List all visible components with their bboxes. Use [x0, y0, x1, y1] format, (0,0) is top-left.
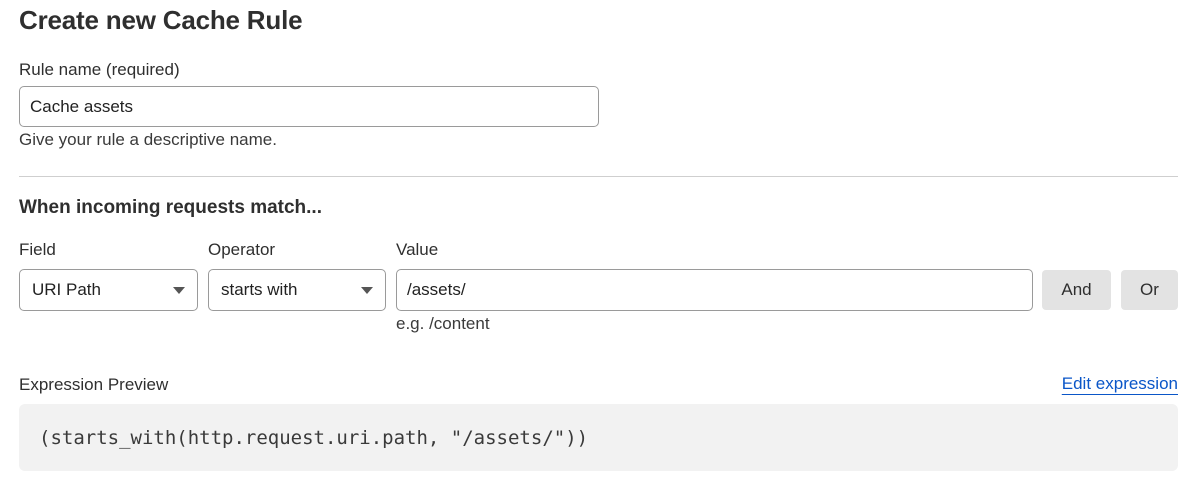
value-label: Value: [396, 240, 439, 259]
rule-name-help: Give your rule a descriptive name.: [19, 130, 277, 149]
expression-preview-box: (starts_with(http.request.uri.path, "/as…: [19, 404, 1178, 471]
field-select-value: URI Path: [32, 280, 101, 299]
value-hint: e.g. /content: [396, 314, 490, 333]
page-title: Create new Cache Rule: [19, 5, 303, 35]
expression-code: (starts_with(http.request.uri.path, "/as…: [39, 426, 589, 449]
expression-preview-label: Expression Preview: [19, 375, 169, 394]
create-cache-rule-page: Create new Cache Rule Rule name (require…: [0, 0, 1200, 494]
rule-name-label: Rule name (required): [19, 60, 180, 79]
field-label: Field: [19, 240, 56, 259]
edit-expression-link[interactable]: Edit expression: [1062, 374, 1178, 394]
chevron-down-icon: [361, 286, 373, 294]
match-section-title: When incoming requests match...: [19, 197, 322, 218]
or-button[interactable]: Or: [1121, 270, 1178, 310]
operator-select-value: starts with: [221, 280, 298, 299]
operator-select[interactable]: starts with: [208, 269, 386, 311]
chevron-down-icon: [173, 286, 185, 294]
operator-label: Operator: [208, 240, 276, 259]
field-select[interactable]: URI Path: [19, 269, 198, 311]
and-button[interactable]: And: [1042, 270, 1111, 310]
section-divider: [19, 176, 1178, 177]
value-input[interactable]: [396, 269, 1033, 311]
rule-name-input[interactable]: [19, 86, 599, 127]
